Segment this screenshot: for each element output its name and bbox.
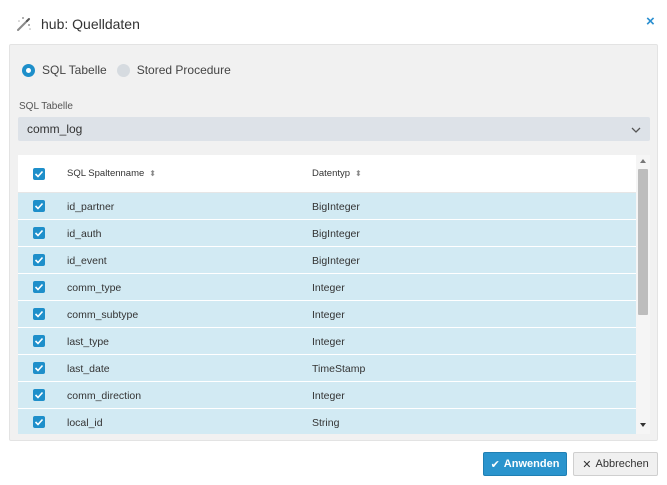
column-name-cell: local_id xyxy=(67,417,103,429)
row-checkbox[interactable] xyxy=(33,362,45,374)
cancel-button-label: Abbrechen xyxy=(595,458,649,470)
table-row[interactable]: id_auth BigInteger xyxy=(18,220,636,247)
source-panel: SQL Tabelle Stored Procedure SQL Tabelle… xyxy=(9,44,658,441)
radio-stored-procedure[interactable] xyxy=(116,63,130,77)
sort-icon[interactable]: ⬍ xyxy=(355,169,362,178)
data-type-cell: TimeStamp xyxy=(312,363,366,375)
table-row[interactable]: last_date TimeStamp xyxy=(18,355,636,382)
table-row[interactable]: comm_subtype Integer xyxy=(18,301,636,328)
row-checkbox[interactable] xyxy=(33,416,45,428)
apply-button[interactable]: ✔ Anwenden xyxy=(483,452,567,476)
column-name-cell: last_date xyxy=(67,363,110,375)
column-header-type[interactable]: Datentyp ⬍ xyxy=(312,168,362,179)
table-row[interactable]: id_partner BigInteger xyxy=(18,193,636,220)
scroll-up-arrow-icon[interactable] xyxy=(640,159,646,163)
scroll-down-arrow-icon[interactable] xyxy=(640,423,646,427)
table-row[interactable]: comm_direction Integer xyxy=(18,382,636,409)
column-name-cell: comm_direction xyxy=(67,390,142,402)
sql-table-value: comm_log xyxy=(27,122,83,136)
grid-header: SQL Spaltenname ⬍ Datentyp ⬍ xyxy=(18,155,636,193)
column-name-cell: id_auth xyxy=(67,228,102,240)
row-checkbox[interactable] xyxy=(33,227,45,239)
row-checkbox[interactable] xyxy=(33,335,45,347)
row-checkbox[interactable] xyxy=(33,200,45,212)
column-name-cell: id_partner xyxy=(67,201,115,213)
data-type-cell: BigInteger xyxy=(312,255,360,267)
data-type-cell: BigInteger xyxy=(312,201,360,213)
table-row[interactable]: id_event BigInteger xyxy=(18,247,636,274)
column-name-cell: comm_subtype xyxy=(67,309,139,321)
table-row[interactable]: local_id String xyxy=(18,409,636,434)
columns-grid: SQL Spaltenname ⬍ Datentyp ⬍ id_partner Bi… xyxy=(18,155,650,434)
chevron-down-icon xyxy=(630,123,642,135)
data-type-cell: Integer xyxy=(312,336,345,348)
source-type-group: SQL Tabelle Stored Procedure xyxy=(22,61,241,79)
dialog: hub: Quelldaten × SQL Tabelle Stored Pro… xyxy=(0,0,667,485)
column-header-name[interactable]: SQL Spaltenname ⬍ xyxy=(67,168,156,179)
sort-icon[interactable]: ⬍ xyxy=(149,169,156,178)
data-type-cell: Integer xyxy=(312,390,345,402)
row-checkbox[interactable] xyxy=(33,281,45,293)
column-name-cell: id_event xyxy=(67,255,107,267)
scrollbar-thumb[interactable] xyxy=(638,169,648,315)
row-checkbox[interactable] xyxy=(33,389,45,401)
column-name-cell: comm_type xyxy=(67,282,122,294)
table-row[interactable]: last_type Integer xyxy=(18,328,636,355)
column-name-cell: last_type xyxy=(67,336,110,348)
row-checkbox[interactable] xyxy=(33,254,45,266)
grid-scrollbar[interactable] xyxy=(636,155,650,434)
magic-wand-icon xyxy=(15,15,33,33)
cancel-button[interactable]: ✕ Abbrechen xyxy=(573,452,658,476)
apply-button-label: Anwenden xyxy=(503,458,560,470)
data-type-cell: String xyxy=(312,417,340,429)
table-row[interactable]: comm_type Integer xyxy=(18,274,636,301)
dialog-header: hub: Quelldaten × xyxy=(0,0,667,44)
row-checkbox[interactable] xyxy=(33,308,45,320)
radio-sql-table[interactable] xyxy=(22,63,35,77)
select-all-checkbox[interactable] xyxy=(33,168,45,180)
sql-table-label: SQL Tabelle xyxy=(19,101,73,112)
data-type-cell: BigInteger xyxy=(312,228,360,240)
radio-stored-procedure-label[interactable]: Stored Procedure xyxy=(137,63,231,77)
close-icon[interactable]: × xyxy=(646,14,658,29)
sql-table-select[interactable]: comm_log xyxy=(18,117,650,141)
data-type-cell: Integer xyxy=(312,309,345,321)
data-type-cell: Integer xyxy=(312,282,345,294)
dialog-title: hub: Quelldaten xyxy=(41,16,140,32)
radio-sql-table-label[interactable]: SQL Tabelle xyxy=(42,63,107,77)
close-icon: ✕ xyxy=(582,458,592,471)
check-icon: ✔ xyxy=(490,458,500,471)
